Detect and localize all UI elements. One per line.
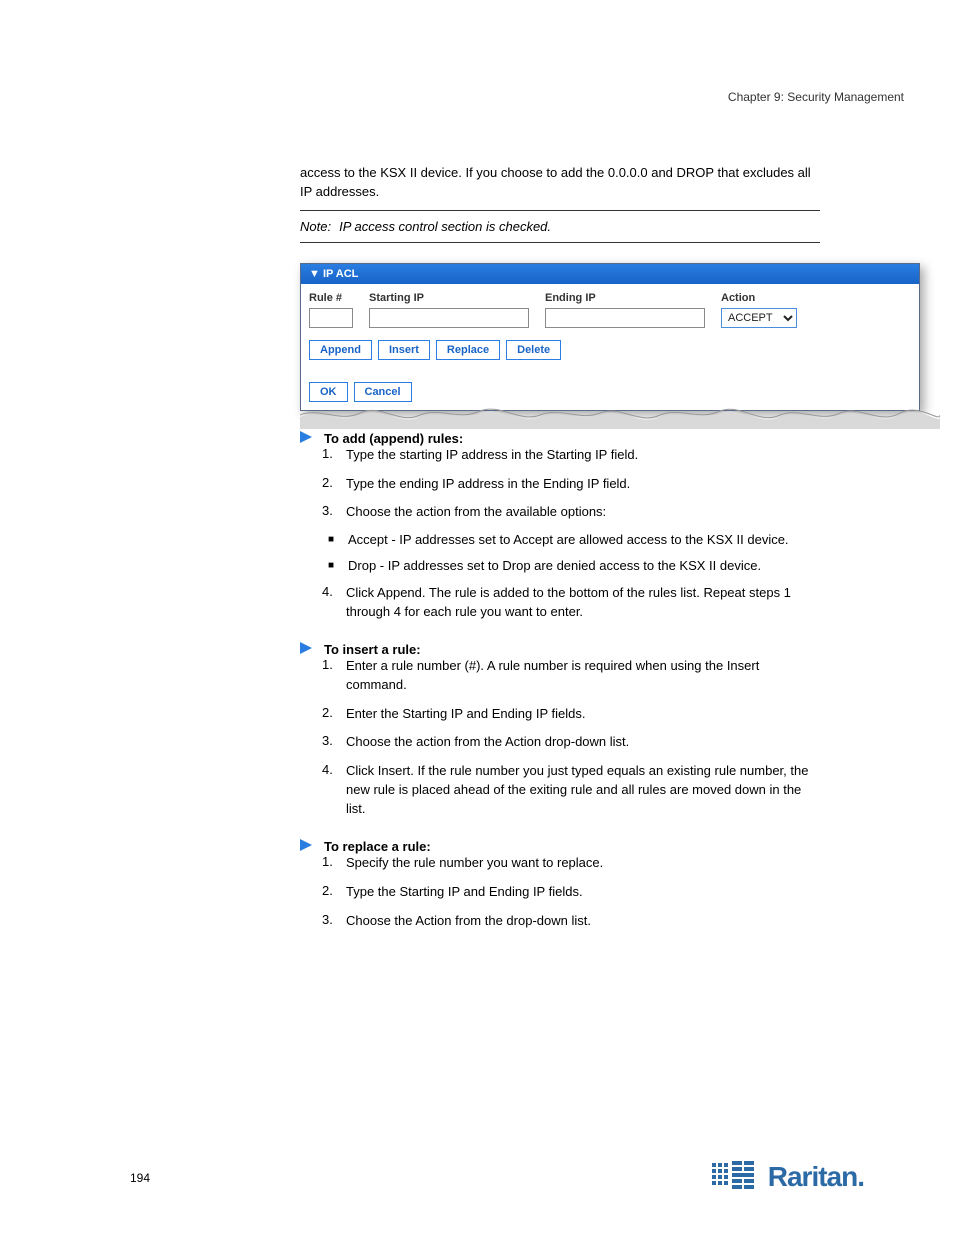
- bullet-text: Drop - IP addresses set to Drop are deni…: [348, 558, 761, 574]
- brand-logo: Raritan.: [712, 1159, 864, 1195]
- intro-paragraph: access to the KSX II device. If you choo…: [300, 164, 820, 202]
- step-number: 3.: [322, 912, 336, 931]
- step-number: 1.: [322, 446, 336, 465]
- step-text: Choose the action from the Action drop-d…: [346, 733, 820, 752]
- insert-button[interactable]: Insert: [378, 340, 430, 360]
- raritan-mark-icon: [712, 1159, 756, 1195]
- step-number: 4.: [322, 762, 336, 819]
- arrow-icon: [300, 431, 314, 446]
- step-text: Enter a rule number (#). A rule number i…: [346, 657, 820, 695]
- bullet-icon: ■: [328, 532, 338, 548]
- column-header-rule: Rule #: [309, 292, 353, 304]
- step-text: Choose the action from the available opt…: [346, 503, 820, 522]
- column-header-ending-ip: Ending IP: [545, 292, 705, 304]
- starting-ip-input[interactable]: [369, 308, 529, 328]
- panel-title[interactable]: ▼ IP ACL: [301, 264, 919, 284]
- arrow-icon: [300, 642, 314, 657]
- step-text: Type the starting IP address in the Star…: [346, 446, 820, 465]
- column-header-action: Action: [721, 292, 911, 304]
- section-title-insert: To insert a rule:: [324, 642, 421, 657]
- step-number: 3.: [322, 733, 336, 752]
- section-title-replace: To replace a rule:: [324, 839, 431, 854]
- step-text: Click Append. The rule is added to the b…: [346, 584, 820, 622]
- divider: [300, 242, 820, 243]
- note-text: IP access control section is checked.: [339, 219, 820, 234]
- page-header: Chapter 9: Security Management: [130, 90, 904, 104]
- step-number: 2.: [322, 475, 336, 494]
- step-text: Enter the Starting IP and Ending IP fiel…: [346, 705, 820, 724]
- delete-button[interactable]: Delete: [506, 340, 561, 360]
- bullet-text: Accept - IP addresses set to Accept are …: [348, 532, 789, 548]
- cancel-button[interactable]: Cancel: [354, 382, 412, 402]
- step-number: 3.: [322, 503, 336, 522]
- step-text: Specify the rule number you want to repl…: [346, 854, 820, 873]
- step-number: 2.: [322, 883, 336, 902]
- ip-acl-screenshot: ▼ IP ACL Rule # Starting IP Ending IP Ac…: [300, 263, 920, 411]
- step-number: 1.: [322, 854, 336, 873]
- step-number: 1.: [322, 657, 336, 695]
- step-number: 2.: [322, 705, 336, 724]
- rule-number-input[interactable]: [309, 308, 353, 328]
- note-label: Note:: [300, 219, 331, 234]
- step-text: Type the Starting IP and Ending IP field…: [346, 883, 820, 902]
- arrow-icon: [300, 839, 314, 854]
- step-number: 4.: [322, 584, 336, 622]
- replace-button[interactable]: Replace: [436, 340, 500, 360]
- ok-button[interactable]: OK: [309, 382, 348, 402]
- section-title-append: To add (append) rules:: [324, 431, 463, 446]
- action-select[interactable]: ACCEPT: [721, 308, 797, 328]
- ending-ip-input[interactable]: [545, 308, 705, 328]
- column-header-starting-ip: Starting IP: [369, 292, 529, 304]
- bullet-icon: ■: [328, 558, 338, 574]
- page-number: 194: [130, 1171, 150, 1185]
- step-text: Choose the Action from the drop-down lis…: [346, 912, 820, 931]
- divider: [300, 210, 820, 211]
- step-text: Type the ending IP address in the Ending…: [346, 475, 820, 494]
- step-text: Click Insert. If the rule number you jus…: [346, 762, 820, 819]
- append-button[interactable]: Append: [309, 340, 372, 360]
- brand-name: Raritan.: [768, 1161, 864, 1193]
